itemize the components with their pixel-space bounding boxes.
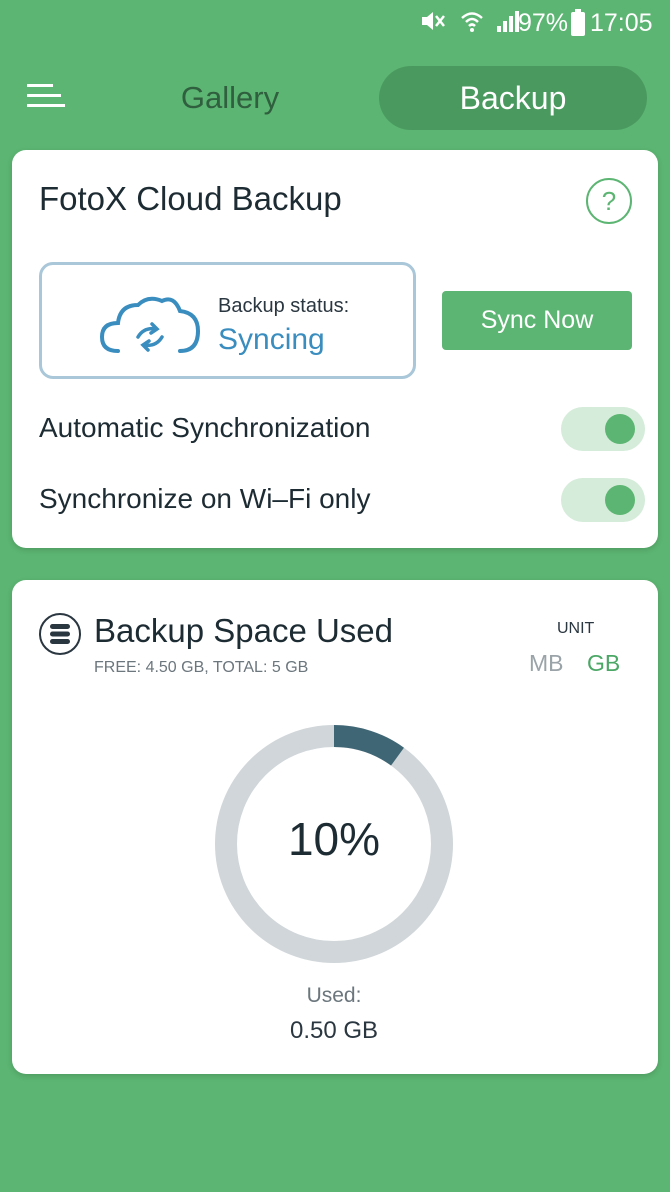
tab-backup[interactable]: Backup [379,66,647,130]
menu-icon [27,83,65,114]
help-button[interactable]: ? [586,178,632,224]
toggle-knob [605,414,635,444]
space-title: Backup Space Used [94,612,394,649]
tab-gallery[interactable]: Gallery [150,66,310,130]
space-subtitle: FREE: 4.50 GB, TOTAL: 5 GB [94,659,309,676]
database-icon [39,613,81,655]
help-icon: ? [601,185,617,216]
unit-label: UNIT [557,620,595,637]
auto-sync-toggle[interactable] [561,407,645,451]
auto-sync-label: Automatic Synchronization [39,412,371,443]
used-percent: 10% [287,813,381,865]
wifi-only-label: Synchronize on Wi–Fi only [39,483,371,514]
backup-card: FotoX Cloud Backup ? Backup status: Sync… [12,150,658,548]
backup-status-value: Syncing [218,323,325,356]
menu-button[interactable] [24,78,68,118]
sync-now-button[interactable]: Sync Now [442,291,632,350]
used-value: 0.50 GB [289,1017,379,1044]
status-bar: 97% 17:05 [0,0,670,46]
cloud-sync-icon [99,293,201,360]
backup-status-box: Backup status: Syncing [39,262,416,379]
app-header: Gallery Backup [0,60,670,136]
backup-status-label: Backup status: [218,295,350,317]
wifi-icon [460,9,484,38]
clock: 17:05 [590,9,653,37]
unit-gb-option[interactable]: GB [587,650,620,677]
used-label: Used: [306,984,362,1007]
status-icons [420,10,520,36]
signal-icon [496,9,520,38]
space-card: Backup Space Used FREE: 4.50 GB, TOTAL: … [12,580,658,1074]
mute-icon [420,9,448,38]
unit-mb-option[interactable]: MB [529,650,564,677]
battery-icon [570,9,586,42]
backup-card-title: FotoX Cloud Backup [39,180,342,217]
battery-percent: 97% [518,9,569,37]
wifi-only-toggle[interactable] [561,478,645,522]
toggle-knob [605,485,635,515]
